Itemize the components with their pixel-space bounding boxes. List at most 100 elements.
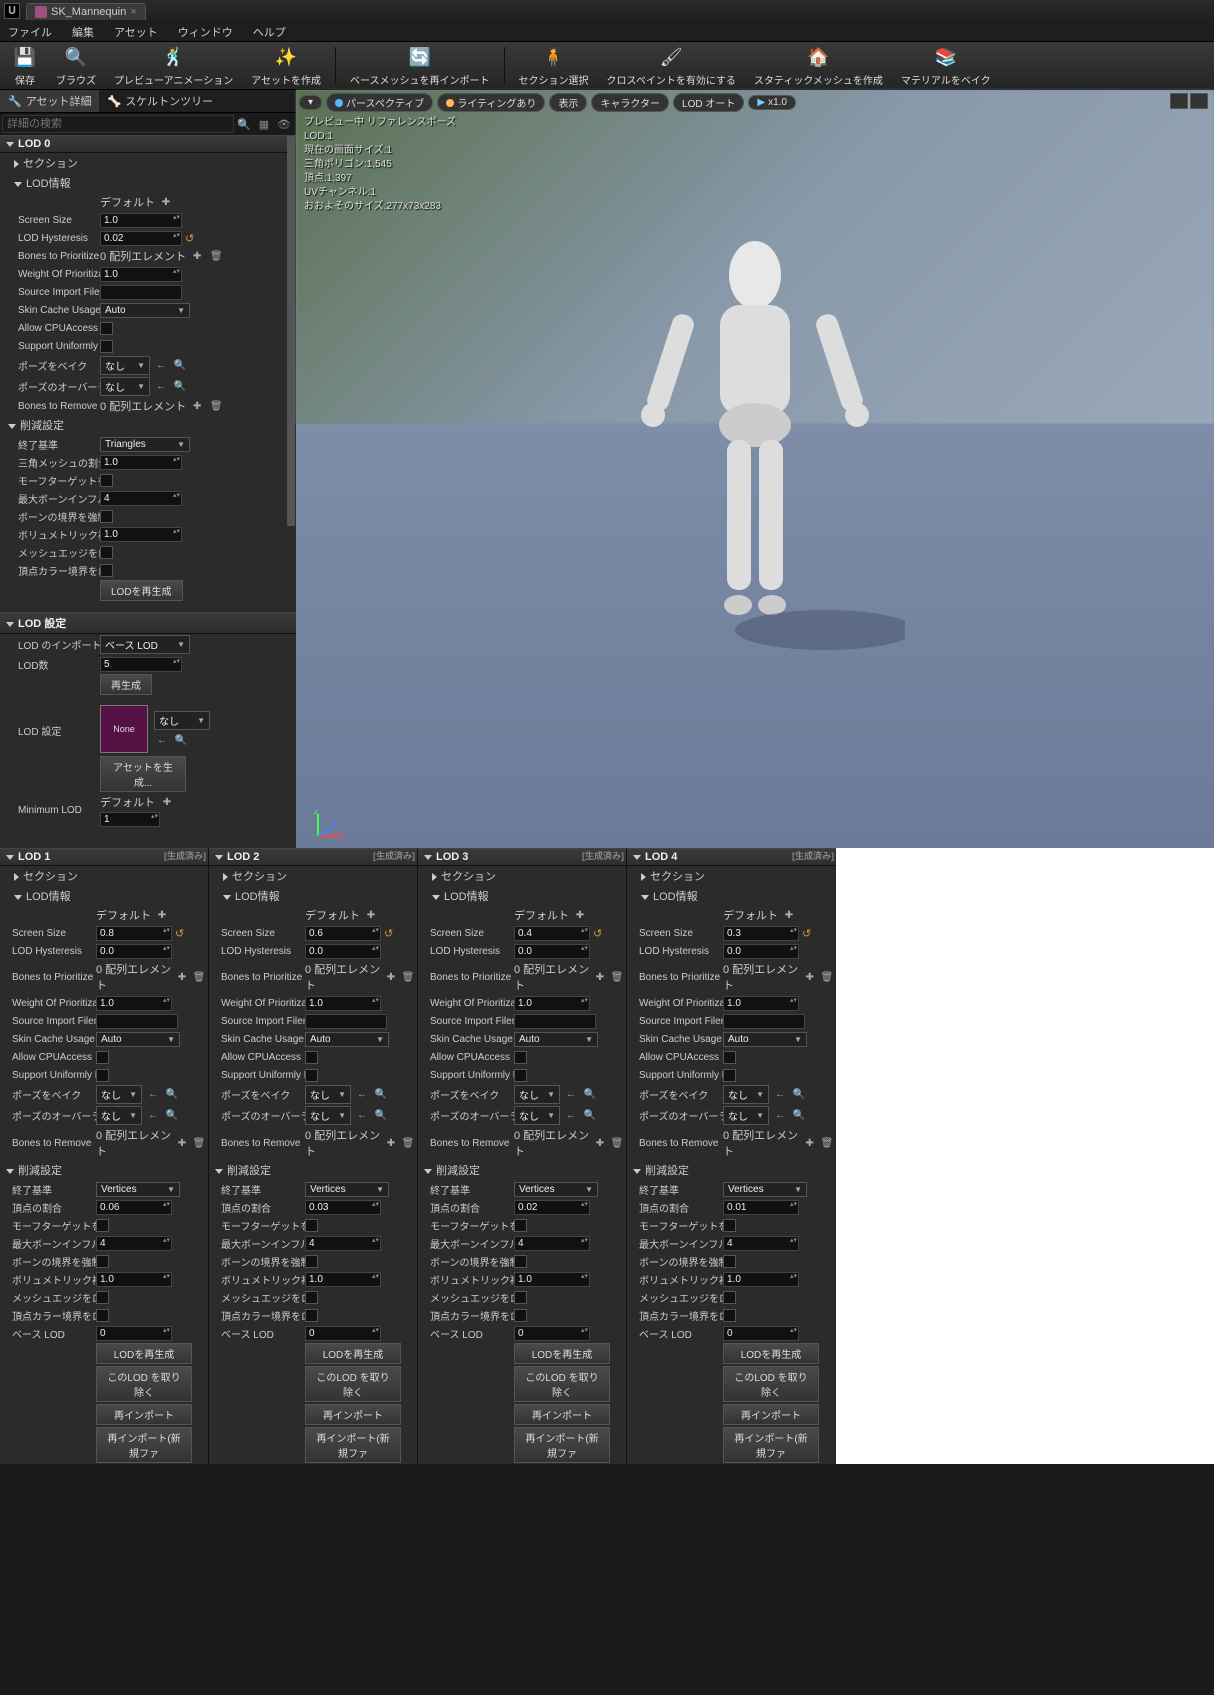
reset-icon[interactable]: ↺ bbox=[593, 927, 602, 940]
toolbar-cloth-paint[interactable]: 🖌クロスペイントを有効にする bbox=[601, 43, 742, 89]
add-icon[interactable]: ✚ bbox=[384, 1136, 398, 1150]
lod-thumbnail[interactable]: None bbox=[100, 705, 148, 753]
max-bone-input[interactable]: 4▴▾ bbox=[100, 491, 182, 506]
support-uni-checkbox[interactable] bbox=[305, 1069, 318, 1082]
menu-edit[interactable]: 編集 bbox=[68, 23, 98, 41]
volumetric-input[interactable]: 1.0▴▾ bbox=[96, 1272, 172, 1287]
add-icon[interactable]: ✚ bbox=[189, 399, 205, 413]
add-icon[interactable]: ✚ bbox=[175, 1136, 189, 1150]
toolbar-bake-material[interactable]: 📚マテリアルをベイク bbox=[895, 43, 997, 89]
add-icon[interactable]: ✚ bbox=[803, 970, 817, 984]
reimport-new-button[interactable]: 再インポート(新規ファ bbox=[96, 1427, 192, 1463]
bone-boundary-checkbox[interactable] bbox=[305, 1255, 318, 1268]
back-arrow-icon[interactable]: ← bbox=[153, 359, 169, 373]
allow-cpu-checkbox[interactable] bbox=[100, 322, 113, 335]
support-uni-checkbox[interactable] bbox=[723, 1069, 736, 1082]
base-lod-input[interactable]: 0▴▾ bbox=[514, 1326, 590, 1341]
end-criteria-dropdown[interactable]: Vertices▼ bbox=[96, 1182, 180, 1197]
max-bone-input[interactable]: 4▴▾ bbox=[514, 1236, 590, 1251]
lod0-header[interactable]: LOD 0 bbox=[0, 135, 296, 153]
reduction-toggle[interactable]: 削減設定 bbox=[209, 1160, 417, 1180]
bone-boundary-checkbox[interactable] bbox=[514, 1255, 527, 1268]
lod-hysteresis-input[interactable]: 0.0▴▾ bbox=[723, 944, 799, 959]
details-scrollbar[interactable] bbox=[286, 135, 296, 848]
lod-count-input[interactable]: 5▴▾ bbox=[100, 657, 182, 672]
viewport-perspective-pill[interactable]: パースペクティブ bbox=[326, 93, 433, 112]
regenerate-lod-button[interactable]: LODを再生成 bbox=[96, 1343, 192, 1364]
trash-icon[interactable]: 🗑 bbox=[192, 1136, 206, 1150]
remove-lod-button[interactable]: このLOD を取り除く bbox=[723, 1366, 819, 1402]
toolbar-section-select[interactable]: 🧍セクション選択 bbox=[513, 43, 595, 89]
screen-size-input[interactable]: 0.6▴▾ bbox=[305, 926, 381, 941]
allow-cpu-checkbox[interactable] bbox=[96, 1051, 109, 1064]
end-criteria-dropdown[interactable]: Vertices▼ bbox=[514, 1182, 598, 1197]
support-uni-checkbox[interactable] bbox=[514, 1069, 527, 1082]
allow-cpu-checkbox[interactable] bbox=[305, 1051, 318, 1064]
source-import-input[interactable] bbox=[514, 1014, 596, 1029]
mesh-edge-checkbox[interactable] bbox=[100, 546, 113, 559]
reduction-toggle[interactable]: 削減設定 bbox=[418, 1160, 626, 1180]
toolbar-preview-anim[interactable]: 🕺プレビューアニメーション bbox=[108, 43, 239, 89]
lod-info-toggle[interactable]: LOD情報 bbox=[209, 886, 417, 906]
source-import-input[interactable] bbox=[305, 1014, 387, 1029]
tab-close-icon[interactable]: × bbox=[130, 6, 136, 18]
generate-asset-button[interactable]: アセットを生成... bbox=[100, 756, 186, 792]
trash-icon[interactable]: 🗑 bbox=[208, 399, 224, 413]
source-import-input[interactable] bbox=[100, 285, 182, 300]
viewport-fullscreen-icon[interactable] bbox=[1170, 93, 1188, 109]
regenerate-lod-button[interactable]: LODを再生成 bbox=[100, 580, 183, 601]
reduction-toggle[interactable]: 削減設定 bbox=[0, 1160, 208, 1180]
morph-target-checkbox[interactable] bbox=[96, 1219, 109, 1232]
add-icon[interactable]: ✚ bbox=[803, 1136, 817, 1150]
trash-icon[interactable]: 🗑 bbox=[208, 249, 224, 263]
regenerate-lod-button[interactable]: LODを再生成 bbox=[723, 1343, 819, 1364]
morph-target-checkbox[interactable] bbox=[100, 474, 113, 487]
volumetric-input[interactable]: 1.0▴▾ bbox=[723, 1272, 799, 1287]
skin-cache-dropdown[interactable]: Auto▼ bbox=[305, 1032, 389, 1047]
back-arrow-icon[interactable]: ← bbox=[153, 380, 169, 394]
toolbar-create-asset[interactable]: ✨アセットを作成 bbox=[245, 43, 327, 89]
pose-overlap-dropdown[interactable]: なし▼ bbox=[100, 377, 150, 396]
section-toggle[interactable]: セクション bbox=[209, 866, 417, 886]
mesh-edge-checkbox[interactable] bbox=[96, 1291, 109, 1304]
back-arrow-icon[interactable]: ← bbox=[772, 1088, 788, 1102]
back-arrow-icon[interactable]: ← bbox=[772, 1109, 788, 1123]
viewport-show-pill[interactable]: 表示 bbox=[549, 93, 587, 112]
section-toggle[interactable]: セクション bbox=[418, 866, 626, 886]
base-lod-input[interactable]: 0▴▾ bbox=[305, 1326, 381, 1341]
trash-icon[interactable]: 🗑 bbox=[610, 970, 624, 984]
trash-icon[interactable]: 🗑 bbox=[610, 1136, 624, 1150]
weight-input[interactable]: 1.0▴▾ bbox=[96, 996, 172, 1011]
lod-hysteresis-input[interactable]: 0.02▴▾ bbox=[100, 231, 182, 246]
pose-overlap-dropdown[interactable]: なし▼ bbox=[723, 1106, 769, 1125]
triangle-ratio-input[interactable]: 1.0▴▾ bbox=[100, 455, 182, 470]
viewport-layout-icon[interactable] bbox=[1190, 93, 1208, 109]
viewport-character-pill[interactable]: キャラクター bbox=[591, 93, 669, 112]
asset-tab[interactable]: SK_Mannequin × bbox=[26, 3, 146, 20]
menu-help[interactable]: ヘルプ bbox=[249, 23, 290, 41]
add-icon[interactable]: ✚ bbox=[363, 908, 379, 922]
volumetric-input[interactable]: 1.0▴▾ bbox=[100, 527, 182, 542]
pose-overlap-dropdown[interactable]: なし▼ bbox=[305, 1106, 351, 1125]
volumetric-input[interactable]: 1.0▴▾ bbox=[514, 1272, 590, 1287]
allow-cpu-checkbox[interactable] bbox=[514, 1051, 527, 1064]
section-toggle[interactable]: セクション bbox=[627, 866, 836, 886]
source-import-input[interactable] bbox=[723, 1014, 805, 1029]
weight-input[interactable]: 1.0▴▾ bbox=[723, 996, 799, 1011]
source-import-input[interactable] bbox=[96, 1014, 178, 1029]
grid-view-icon[interactable]: ▦ bbox=[254, 118, 274, 131]
search-icon[interactable]: 🔍 bbox=[172, 359, 188, 373]
toolbar-reimport-base[interactable]: 🔄ベースメッシュを再インポート bbox=[344, 43, 496, 89]
search-icon[interactable]: 🔍 bbox=[582, 1088, 598, 1102]
trash-icon[interactable]: 🗑 bbox=[401, 1136, 415, 1150]
lod-header[interactable]: LOD 1[生成済み] bbox=[0, 848, 208, 866]
vertex-ratio-input[interactable]: 0.06▴▾ bbox=[96, 1200, 172, 1215]
pose-bake-dropdown[interactable]: なし▼ bbox=[305, 1085, 351, 1104]
lod-info-toggle[interactable]: LOD情報 bbox=[0, 173, 296, 193]
vertex-ratio-input[interactable]: 0.01▴▾ bbox=[723, 1200, 799, 1215]
add-icon[interactable]: ✚ bbox=[781, 908, 797, 922]
lod-hysteresis-input[interactable]: 0.0▴▾ bbox=[514, 944, 590, 959]
pose-overlap-dropdown[interactable]: なし▼ bbox=[96, 1106, 142, 1125]
section-toggle[interactable]: セクション bbox=[0, 866, 208, 886]
max-bone-input[interactable]: 4▴▾ bbox=[723, 1236, 799, 1251]
